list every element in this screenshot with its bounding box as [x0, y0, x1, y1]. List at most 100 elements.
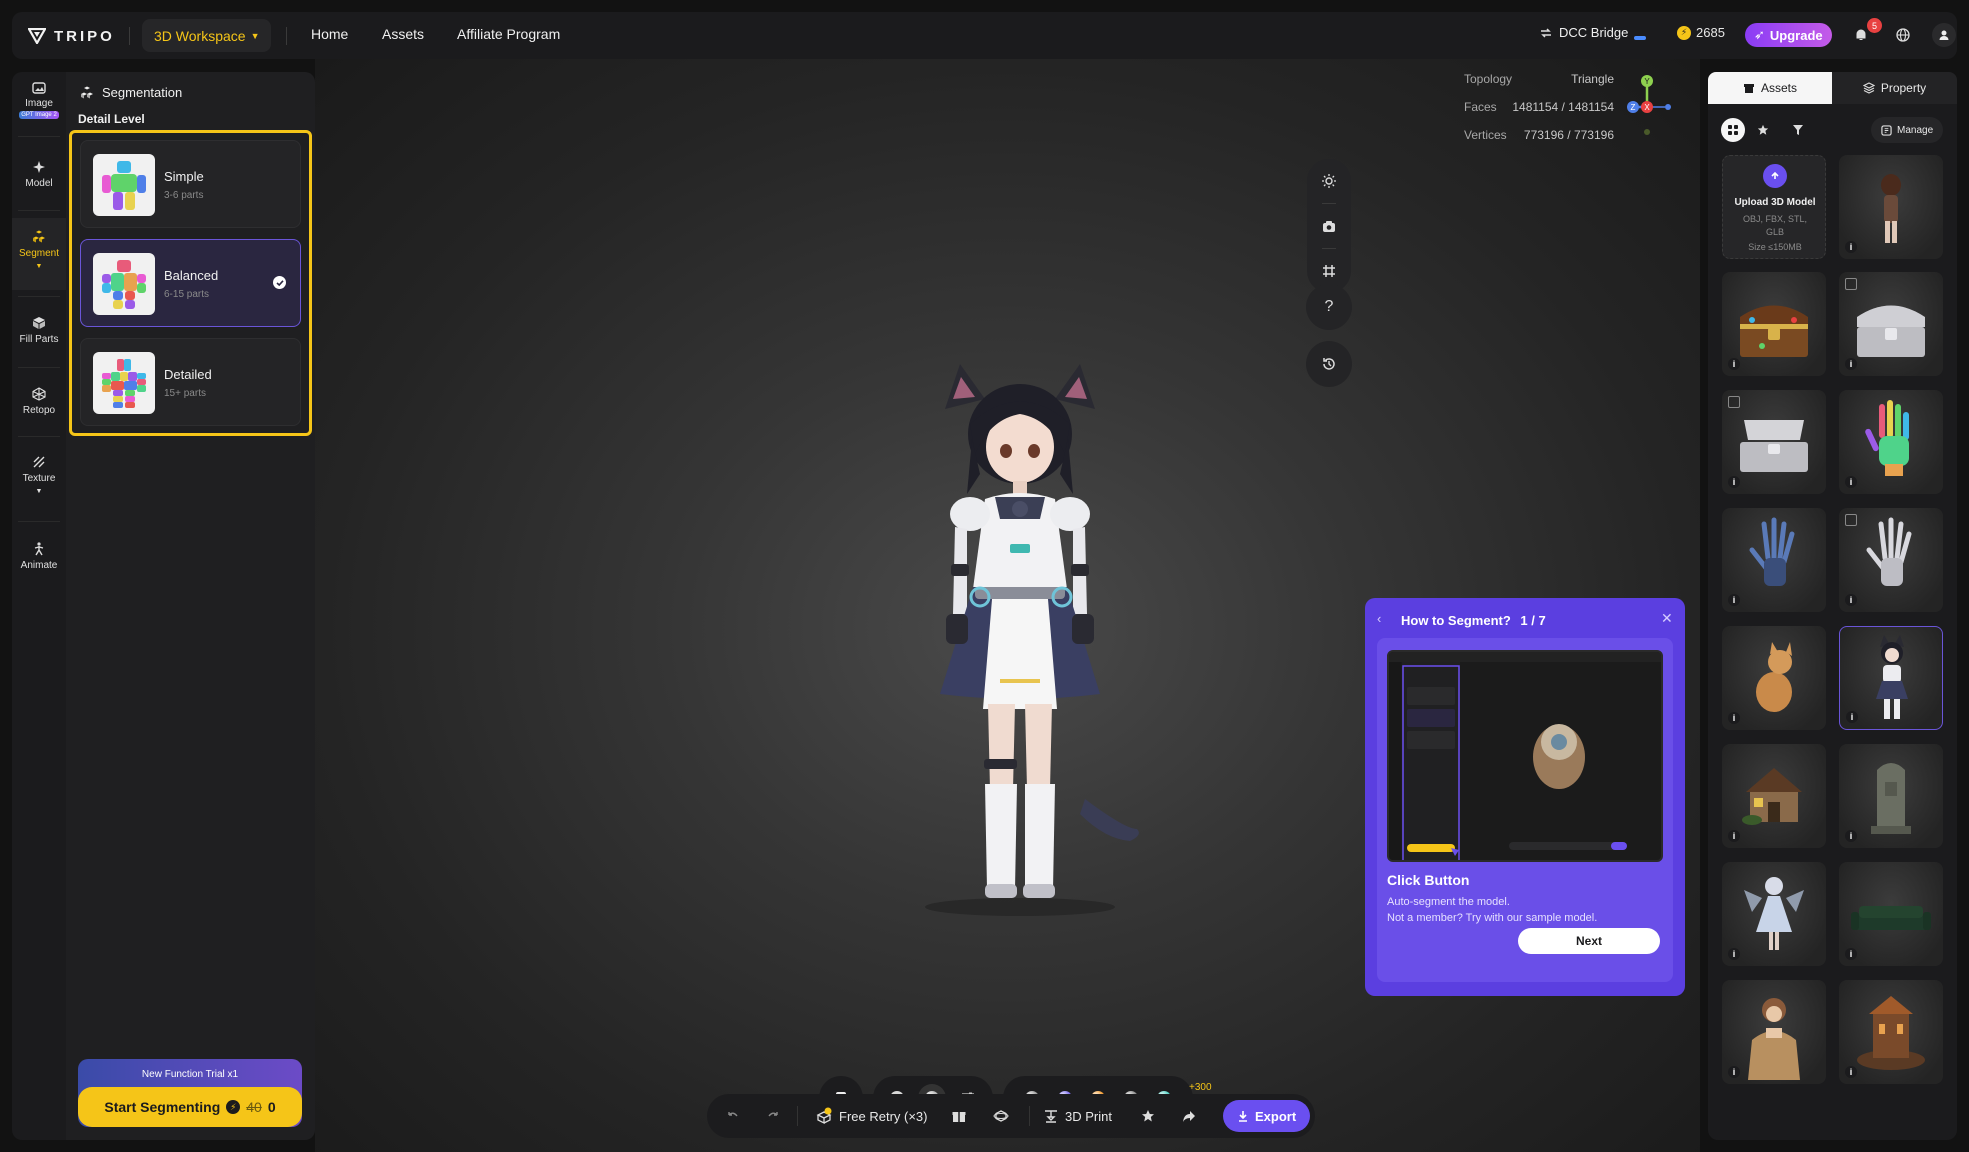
dcc-bridge-button[interactable]: DCC Bridge [1539, 25, 1647, 40]
tab-assets[interactable]: Assets [1708, 72, 1832, 104]
workspace-dropdown[interactable]: 3D Workspace ▼ [142, 19, 272, 52]
asset-tile[interactable]: i [1722, 862, 1826, 966]
rail-divider [18, 296, 60, 297]
segment-cubes-icon [33, 230, 45, 243]
axis-z-label: Z [1631, 103, 1636, 112]
asset-info-icon[interactable]: i [1845, 476, 1857, 488]
gift-icon [952, 1112, 966, 1122]
trial-banner: New Function Trial x1 Start Segmenting ⚡… [78, 1059, 302, 1127]
asset-tile[interactable]: i [1839, 862, 1943, 966]
original-price: 40 [246, 1099, 262, 1115]
rail-retopo[interactable]: Retopo [12, 387, 66, 416]
asset-info-icon[interactable]: i [1728, 712, 1740, 724]
rail-texture[interactable]: Texture ▼ [12, 455, 66, 495]
header-divider [129, 27, 130, 45]
vertices-value: 773196 / 773196 [1523, 128, 1614, 142]
rail-image[interactable]: Image GPT Image 2 [12, 82, 66, 119]
undo-button[interactable] [725, 1094, 741, 1138]
upgrade-button[interactable]: ➶ Upgrade [1745, 23, 1832, 47]
asset-info-icon[interactable]: i [1845, 594, 1857, 606]
asset-tile-selected[interactable]: i [1839, 626, 1943, 730]
share-button[interactable] [1181, 1094, 1197, 1138]
option-simple-thumbnail [93, 154, 155, 216]
tutorial-popup: ‹ How to Segment? 1 / 7 ✕ Click Button A… [1365, 598, 1685, 996]
asset-info-icon[interactable]: i [1845, 948, 1857, 960]
tutorial-close-icon[interactable]: ✕ [1661, 610, 1673, 627]
asset-info-icon[interactable]: i [1728, 358, 1740, 370]
nav-home[interactable]: Home [311, 26, 348, 42]
rail-model[interactable]: Model [12, 160, 66, 189]
filter-favorites-button[interactable] [1751, 118, 1775, 142]
asset-tile[interactable]: i [1722, 508, 1826, 612]
asset-tile[interactable]: i [1722, 626, 1826, 730]
figure-running-icon [34, 542, 44, 556]
tutorial-next-button[interactable]: Next [1518, 928, 1660, 954]
axis-gizmo[interactable]: Y X Z [1625, 72, 1685, 152]
asset-tile[interactable]: i [1839, 508, 1943, 612]
filter-all-button[interactable] [1721, 118, 1745, 142]
vertices-label: Vertices [1464, 128, 1507, 142]
asset-tile[interactable]: i [1722, 744, 1826, 848]
rail-animate[interactable]: Animate [12, 542, 66, 571]
option-balanced-desc: 6-15 parts [164, 289, 210, 300]
asset-info-icon[interactable]: i [1728, 948, 1740, 960]
asset-info-icon[interactable]: i [1728, 1066, 1740, 1078]
rail-fill-parts[interactable]: Fill Parts [12, 316, 66, 345]
nav-assets[interactable]: Assets [382, 26, 424, 42]
tutorial-description: Auto-segment the model. Not a member? Tr… [1387, 894, 1597, 926]
tab-property[interactable]: Property [1832, 72, 1957, 104]
export-button[interactable]: Export [1223, 1100, 1311, 1132]
asset-info-icon[interactable]: i [1846, 711, 1858, 723]
caret-down-icon: ▼ [250, 30, 260, 41]
help-button[interactable]: ? [1306, 284, 1352, 330]
asset-tile[interactable]: i [1839, 980, 1943, 1084]
tutorial-back-icon[interactable]: ‹ [1377, 611, 1381, 626]
redo-button[interactable] [765, 1094, 781, 1138]
gift-button[interactable] [951, 1094, 967, 1138]
option-balanced[interactable]: Balanced 6-15 parts [80, 239, 301, 327]
asset-info-icon[interactable]: i [1845, 1066, 1857, 1078]
upload-formats: OBJ, FBX, STL, GLB [1742, 214, 1807, 237]
asset-tile[interactable]: i [1839, 155, 1943, 259]
credits-display[interactable]: ⚡ 2685 [1677, 25, 1725, 40]
asset-info-icon[interactable]: i [1728, 594, 1740, 606]
history-button[interactable] [1306, 341, 1352, 387]
nav-affiliate-program[interactable]: Affiliate Program [457, 26, 560, 42]
faces-label: Faces [1464, 100, 1497, 114]
asset-info-icon[interactable]: i [1728, 830, 1740, 842]
trial-label: New Function Trial x1 [141, 1069, 239, 1080]
screenshot-button[interactable] [1307, 204, 1351, 248]
texture-icon [33, 456, 45, 468]
tutorial-line-2: Not a member? Try with our sample model. [1387, 912, 1598, 924]
user-avatar-button[interactable] [1932, 23, 1956, 47]
asset-info-icon[interactable]: i [1845, 830, 1857, 842]
tripo-logo[interactable]: TRIPO [28, 25, 115, 47]
lighting-button[interactable] [1307, 159, 1351, 203]
asset-tile[interactable]: i [1839, 272, 1943, 376]
free-retry-button[interactable]: Free Retry (×3) [815, 1094, 928, 1138]
anime-character-model[interactable] [875, 359, 1165, 919]
start-segmenting-button[interactable]: Start Segmenting ⚡ 40 0 [78, 1087, 302, 1127]
favorite-button[interactable] [1141, 1094, 1155, 1138]
option-simple[interactable]: Simple 3-6 parts [80, 140, 301, 228]
asset-info-icon[interactable]: i [1845, 241, 1857, 253]
asset-tile[interactable]: i [1839, 744, 1943, 848]
asset-info-icon[interactable]: i [1728, 476, 1740, 488]
asset-info-icon[interactable]: i [1845, 358, 1857, 370]
manage-button[interactable]: Manage [1871, 117, 1944, 143]
asset-tile[interactable]: i [1722, 272, 1826, 376]
tutorial-card: Click Button Auto-segment the model. Not… [1377, 638, 1673, 982]
rail-segment[interactable]: Segment ▼ [12, 218, 66, 290]
3d-print-button[interactable]: 3D Print [1043, 1094, 1112, 1138]
asset-tile[interactable]: i [1722, 390, 1826, 494]
filter-button[interactable] [1786, 118, 1810, 142]
asset-tile[interactable]: i [1839, 390, 1943, 494]
download-icon [1239, 1111, 1247, 1122]
user-icon [1939, 30, 1949, 40]
asset-tile[interactable]: i [1722, 980, 1826, 1084]
ar-view-button[interactable] [993, 1094, 1009, 1138]
language-button[interactable] [1891, 23, 1915, 47]
option-detailed[interactable]: Detailed 15+ parts [80, 338, 301, 426]
upload-3d-model-tile[interactable]: Upload 3D Model OBJ, FBX, STL, GLB Size … [1722, 155, 1826, 259]
globe-icon [1896, 28, 1910, 42]
